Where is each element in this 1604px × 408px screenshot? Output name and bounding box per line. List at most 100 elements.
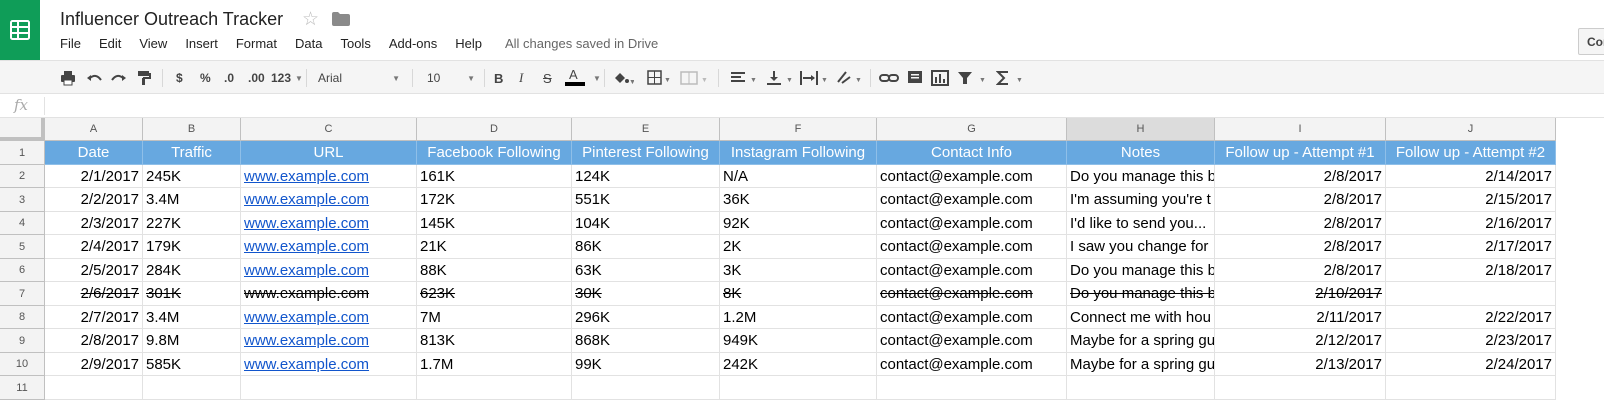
table-cell[interactable]: I saw you change for (1067, 235, 1215, 259)
header-cell[interactable]: URL (241, 141, 417, 165)
table-cell[interactable]: 227K (143, 212, 241, 235)
select-all-corner[interactable] (0, 118, 45, 141)
table-cell[interactable]: Do you manage this b (1067, 282, 1215, 306)
row-header-5[interactable]: 5 (0, 235, 45, 259)
table-cell[interactable]: contact@example.com (877, 188, 1067, 212)
horizontal-align-icon[interactable]: ▼ (730, 68, 760, 88)
column-header-g[interactable]: G (877, 118, 1067, 141)
strikethrough-button[interactable]: S (543, 68, 552, 88)
table-cell[interactable]: 8K (720, 282, 877, 306)
menu-edit[interactable]: Edit (99, 36, 121, 51)
table-cell[interactable]: Connect me with hou (1067, 306, 1215, 329)
currency-format-button[interactable]: $ (176, 68, 183, 88)
table-cell[interactable]: 179K (143, 235, 241, 259)
header-cell[interactable]: Notes (1067, 141, 1215, 165)
column-header-f[interactable]: F (720, 118, 877, 141)
table-cell[interactable]: www.example.com (241, 306, 417, 329)
table-cell[interactable]: 124K (572, 165, 720, 188)
table-cell[interactable]: 2/7/2017 (45, 306, 143, 329)
table-cell[interactable]: 2/23/2017 (1386, 329, 1556, 353)
column-header-e[interactable]: E (572, 118, 720, 141)
header-cell[interactable]: Pinterest Following (572, 141, 720, 165)
borders-icon[interactable]: ▼ (647, 68, 673, 88)
row-header-6[interactable]: 6 (0, 259, 45, 282)
table-cell[interactable]: 145K (417, 212, 572, 235)
table-cell[interactable]: 2/15/2017 (1386, 188, 1556, 212)
comments-button[interactable]: Comments (1578, 28, 1604, 55)
table-cell[interactable]: 2/8/2017 (1215, 212, 1386, 235)
percent-format-button[interactable]: % (200, 68, 211, 88)
table-cell[interactable] (877, 376, 1067, 400)
table-cell[interactable]: 63K (572, 259, 720, 282)
table-cell[interactable]: 868K (572, 329, 720, 353)
undo-icon[interactable] (86, 68, 102, 88)
table-cell[interactable]: 2/9/2017 (45, 353, 143, 376)
table-cell[interactable]: 296K (572, 306, 720, 329)
table-cell[interactable]: contact@example.com (877, 212, 1067, 235)
header-cell[interactable]: Date (45, 141, 143, 165)
table-cell[interactable]: 88K (417, 259, 572, 282)
table-cell[interactable]: 161K (417, 165, 572, 188)
table-cell[interactable] (143, 376, 241, 400)
table-cell[interactable] (417, 376, 572, 400)
star-icon[interactable]: ☆ (302, 8, 319, 31)
insert-chart-icon[interactable] (931, 68, 949, 88)
table-cell[interactable]: 2/1/2017 (45, 165, 143, 188)
table-cell[interactable]: 2/8/2017 (1215, 188, 1386, 212)
decrease-decimals-button[interactable]: .0 (224, 68, 234, 88)
table-cell[interactable]: 813K (417, 329, 572, 353)
table-cell[interactable]: 86K (572, 235, 720, 259)
table-cell[interactable] (1215, 376, 1386, 400)
table-cell[interactable]: 2/8/2017 (1215, 235, 1386, 259)
table-cell[interactable]: www.example.com (241, 353, 417, 376)
menu-add-ons[interactable]: Add-ons (389, 36, 437, 51)
table-cell[interactable]: 245K (143, 165, 241, 188)
folder-icon[interactable] (332, 12, 350, 31)
column-header-b[interactable]: B (143, 118, 241, 141)
row-header-4[interactable]: 4 (0, 212, 45, 235)
table-cell[interactable]: 551K (572, 188, 720, 212)
document-title[interactable]: Influencer Outreach Tracker (60, 9, 283, 30)
table-cell[interactable]: 30K (572, 282, 720, 306)
text-color-button[interactable]: A (565, 68, 585, 88)
table-cell[interactable]: 9.8M (143, 329, 241, 353)
table-cell[interactable]: www.example.com (241, 259, 417, 282)
table-cell[interactable]: contact@example.com (877, 235, 1067, 259)
table-cell[interactable]: 2/6/2017 (45, 282, 143, 306)
table-cell[interactable]: N/A (720, 165, 877, 188)
row-header-11[interactable]: 11 (0, 376, 45, 400)
row-header-10[interactable]: 10 (0, 353, 45, 376)
table-cell[interactable]: 2/22/2017 (1386, 306, 1556, 329)
table-cell[interactable]: 301K (143, 282, 241, 306)
bold-button[interactable]: B (494, 68, 503, 88)
table-cell[interactable]: www.example.com (241, 165, 417, 188)
redo-icon[interactable] (111, 68, 127, 88)
table-cell[interactable]: contact@example.com (877, 282, 1067, 306)
menu-insert[interactable]: Insert (185, 36, 218, 51)
table-cell[interactable]: Maybe for a spring gu (1067, 353, 1215, 376)
vertical-align-icon[interactable]: ▼ (766, 68, 796, 88)
table-cell[interactable]: 21K (417, 235, 572, 259)
table-cell[interactable]: 2/4/2017 (45, 235, 143, 259)
table-cell[interactable]: 1.7M (417, 353, 572, 376)
table-cell[interactable]: 172K (417, 188, 572, 212)
column-header-d[interactable]: D (417, 118, 572, 141)
row-header-3[interactable]: 3 (0, 188, 45, 212)
header-cell[interactable]: Traffic (143, 141, 241, 165)
sheets-logo-icon[interactable] (0, 0, 40, 60)
table-cell[interactable]: www.example.com (241, 235, 417, 259)
table-cell[interactable]: I'm assuming you're t (1067, 188, 1215, 212)
print-icon[interactable] (60, 68, 76, 88)
table-cell[interactable] (720, 376, 877, 400)
fill-color-icon[interactable]: ▼ (612, 68, 634, 88)
table-cell[interactable] (572, 376, 720, 400)
more-formats-dropdown[interactable]: 123 ▼ (271, 68, 303, 88)
table-cell[interactable]: 2/16/2017 (1386, 212, 1556, 235)
table-cell[interactable]: www.example.com (241, 212, 417, 235)
text-rotation-icon[interactable]: ▼ (836, 68, 866, 88)
table-cell[interactable]: 7M (417, 306, 572, 329)
table-cell[interactable] (1067, 376, 1215, 400)
table-cell[interactable]: 2/18/2017 (1386, 259, 1556, 282)
table-cell[interactable]: 585K (143, 353, 241, 376)
table-cell[interactable]: 2/14/2017 (1386, 165, 1556, 188)
